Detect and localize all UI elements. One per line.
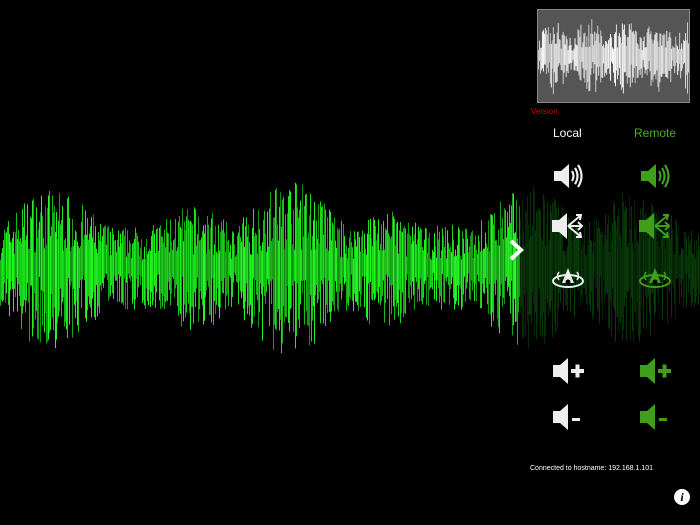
thumbnail-waveform <box>538 19 689 95</box>
thumbnail-lines <box>538 19 689 95</box>
volume-up-icon <box>637 353 673 389</box>
remote-column-label: Remote <box>634 126 677 140</box>
speaker-icon <box>637 158 673 194</box>
waveform-thumbnail[interactable] <box>537 9 690 103</box>
remote-speaker-button[interactable] <box>637 158 673 194</box>
info-icon: i <box>680 490 684 504</box>
version-label[interactable]: Version <box>531 107 558 116</box>
waveform-lines <box>0 182 700 354</box>
remote-output-routing-button[interactable] <box>637 208 673 244</box>
remote-surround-button[interactable] <box>637 261 673 297</box>
local-volume-down-button[interactable] <box>550 399 586 435</box>
local-surround-button[interactable] <box>550 261 586 297</box>
volume-down-icon <box>637 399 673 435</box>
connection-status: Connected to hostname: 192.168.1.101 <box>530 465 653 472</box>
local-volume-up-button[interactable] <box>550 353 586 389</box>
volume-up-icon <box>550 353 586 389</box>
speaker-output-routing-icon <box>637 208 673 244</box>
chevron-right-icon <box>509 239 524 261</box>
speaker-output-routing-icon <box>550 208 586 244</box>
info-button[interactable]: i <box>674 489 690 505</box>
speaker-icon <box>550 158 586 194</box>
local-column-label: Local <box>553 126 582 140</box>
panel-toggle-button[interactable] <box>505 236 527 264</box>
remote-volume-up-button[interactable] <box>637 353 673 389</box>
surround-sound-icon <box>550 261 586 297</box>
local-output-routing-button[interactable] <box>550 208 586 244</box>
volume-down-icon <box>550 399 586 435</box>
local-speaker-button[interactable] <box>550 158 586 194</box>
app-root: { "app": { "version_label": "Version", "… <box>0 0 700 525</box>
remote-volume-down-button[interactable] <box>637 399 673 435</box>
surround-sound-icon <box>637 261 673 297</box>
